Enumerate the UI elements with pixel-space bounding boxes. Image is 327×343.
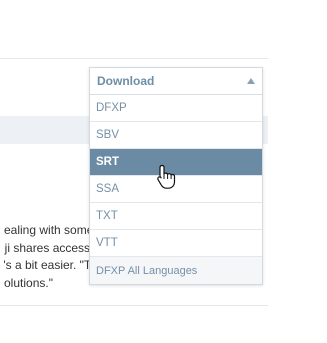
top-divider <box>0 58 268 59</box>
bottom-divider <box>0 305 268 306</box>
format-option-dfxp[interactable]: DFXP <box>90 95 262 122</box>
download-label: Download <box>97 74 155 88</box>
format-option-sbv[interactable]: SBV <box>90 122 262 149</box>
format-option-vtt[interactable]: VTT <box>90 230 262 257</box>
format-option-txt[interactable]: TXT <box>90 203 262 230</box>
hand-pointer-icon <box>157 164 176 189</box>
caret-up-icon[interactable] <box>247 78 255 84</box>
format-option-dfxp-all-languages[interactable]: DFXP All Languages <box>90 257 262 284</box>
download-dropdown-toggle[interactable]: Download <box>90 68 262 95</box>
